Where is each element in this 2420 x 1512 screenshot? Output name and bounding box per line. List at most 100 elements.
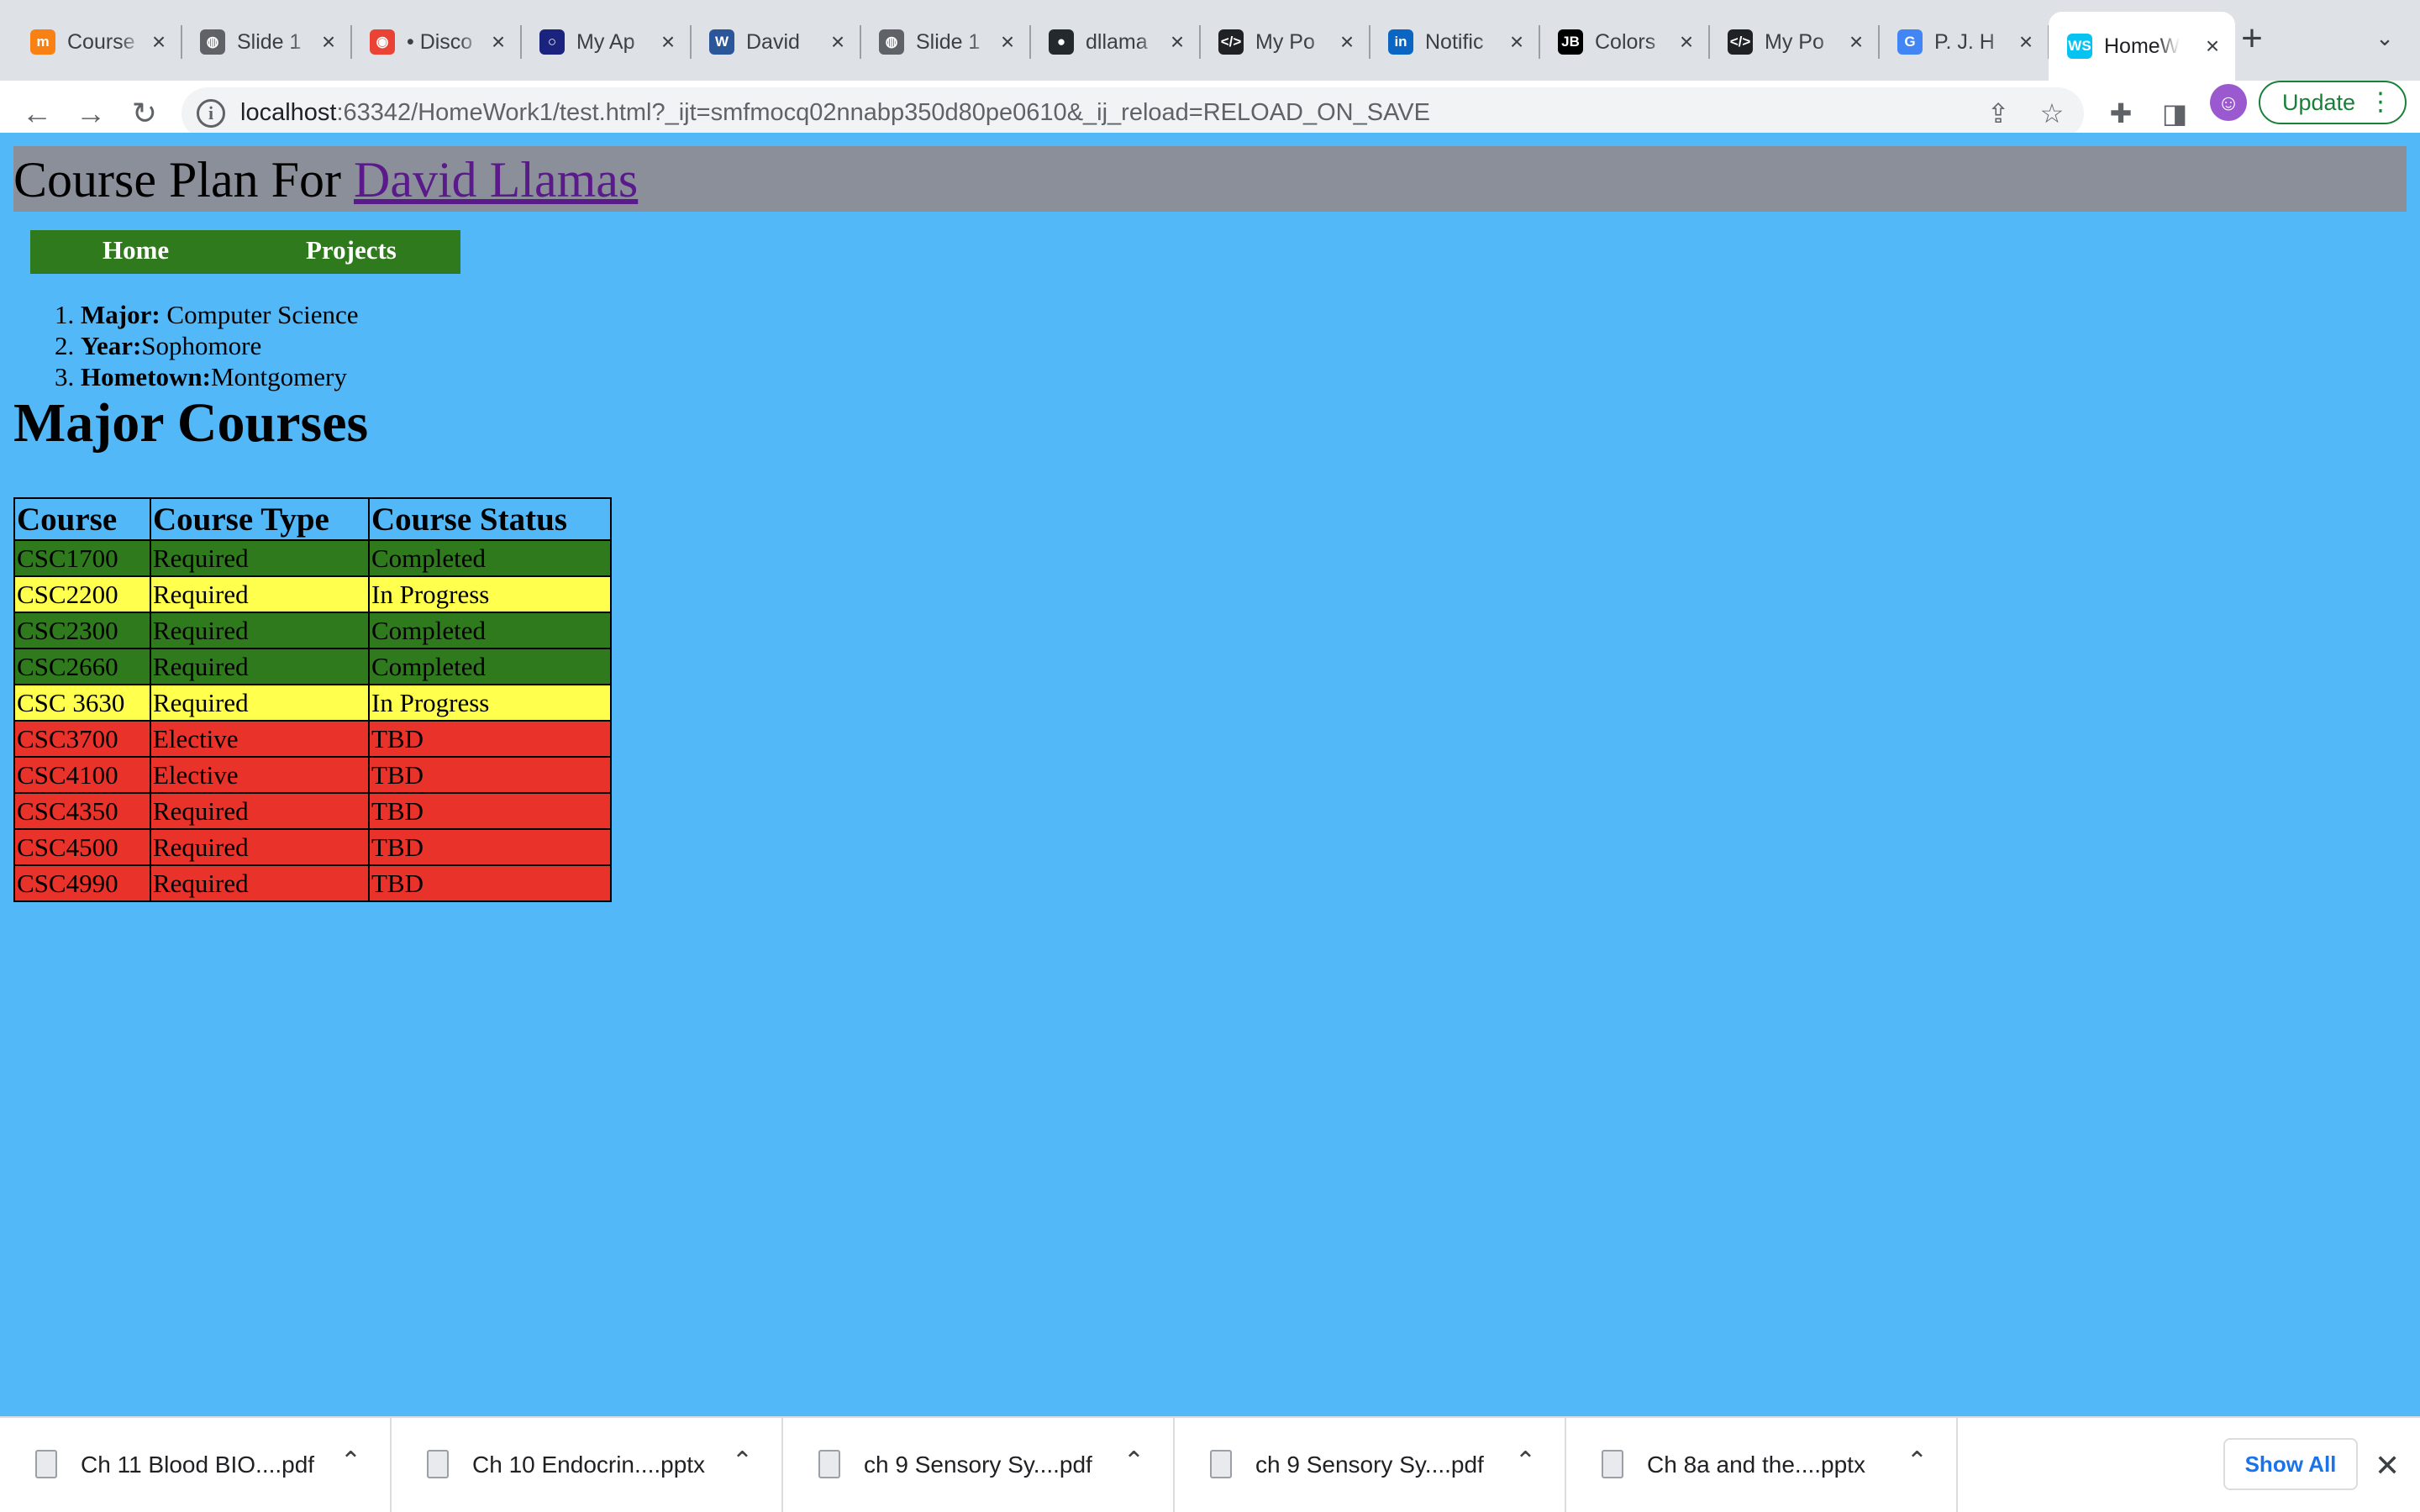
info-hometown: Hometown:Montgomery <box>81 361 359 392</box>
cell-course: CSC2200 <box>13 575 151 613</box>
cell-type: Elective <box>150 756 370 794</box>
browser-tab[interactable]: ◉ • Disco × <box>351 12 522 72</box>
site-info-icon[interactable]: i <box>197 99 225 128</box>
browser-tab[interactable]: G P. J. H × <box>1879 12 2049 72</box>
browser-tab[interactable]: ◍ Slide 1 × <box>860 12 1031 72</box>
tab-title: • Disco <box>407 29 473 54</box>
browser-tab[interactable]: W David × <box>691 12 861 72</box>
cell-status: TBD <box>368 720 612 758</box>
tab-title: Slide 1 <box>237 29 302 54</box>
tab-close-icon[interactable]: × <box>318 30 339 54</box>
file-icon <box>818 1450 840 1478</box>
tab-close-icon[interactable]: × <box>657 30 679 54</box>
cell-type: Elective <box>150 720 370 758</box>
tab-close-icon[interactable]: × <box>1506 30 1528 54</box>
info-value: Sophomore <box>141 331 262 360</box>
cell-course: CSC1700 <box>13 539 151 577</box>
bookmark-star-icon[interactable]: ☆ <box>2035 97 2069 131</box>
tab-title: HomeW <box>2104 34 2180 58</box>
nav-home-link[interactable]: Home <box>103 235 169 265</box>
update-button[interactable]: Update ⋮ <box>2259 81 2407 124</box>
back-arrow-icon[interactable]: ← <box>18 96 55 133</box>
table-header-row: Course Course Type Course Status <box>13 497 612 541</box>
chevron-up-icon[interactable]: ⌃ <box>1515 1446 1536 1476</box>
chevron-up-icon[interactable]: ⌃ <box>732 1446 753 1476</box>
chevron-up-icon[interactable]: ⌃ <box>1907 1446 1928 1476</box>
student-info-list: Major: Computer Science Year:Sophomore H… <box>81 299 359 392</box>
table-row: CSC4350 Required TBD <box>13 792 612 830</box>
browser-tab[interactable]: JB Colors × <box>1539 12 1710 72</box>
column-header-type: Course Type <box>150 497 370 541</box>
tab-title: Notific <box>1425 29 1484 54</box>
info-major: Major: Computer Science <box>81 299 359 330</box>
tab-close-icon[interactable]: × <box>1336 30 1358 54</box>
author-link[interactable]: David Llamas <box>354 152 638 207</box>
cell-status: Completed <box>368 612 612 649</box>
download-filename: Ch 10 Endocrin....pptx <box>472 1452 706 1478</box>
cell-type: Required <box>150 864 370 902</box>
tab-close-icon[interactable]: × <box>997 30 1018 54</box>
table-row: CSC4500 Required TBD <box>13 828 612 866</box>
cell-course: CSC4500 <box>13 828 151 866</box>
app-icon: ○ <box>539 29 565 55</box>
download-shelf: Show All ✕ Ch 11 Blood BIO....pdf ⌃ Ch 10 … <box>0 1416 2420 1512</box>
page-viewport: Course Plan For David Llamas Home Projec… <box>0 133 2420 1416</box>
address-bar[interactable]: i localhost:63342/HomeWork1/test.html?_i… <box>182 87 2084 139</box>
site-nav: Home Projects <box>30 230 460 274</box>
download-item[interactable]: Ch 8a and the....pptx ⌃ <box>1566 1418 1958 1512</box>
cell-status: TBD <box>368 864 612 902</box>
tab-title: My Ap <box>576 29 635 54</box>
download-item[interactable]: ch 9 Sensory Sy....pdf ⌃ <box>783 1418 1175 1512</box>
jetbrains-icon: JB <box>1558 29 1583 55</box>
url-host: localhost <box>240 99 337 126</box>
download-item[interactable]: Ch 11 Blood BIO....pdf ⌃ <box>0 1418 392 1512</box>
file-icon <box>1602 1450 1623 1478</box>
cell-course: CSC3700 <box>13 720 151 758</box>
browser-tab[interactable]: ○ My Ap × <box>521 12 692 72</box>
table-row: CSC4100 Elective TBD <box>13 756 612 794</box>
page-title: Course Plan For David Llamas <box>13 151 638 209</box>
new-tab-button[interactable]: + <box>2233 20 2270 59</box>
tab-title: My Po <box>1255 29 1315 54</box>
reload-icon[interactable]: ↻ <box>126 96 163 133</box>
tab-title: Course <box>67 29 135 54</box>
tab-close-icon[interactable]: × <box>2202 34 2223 58</box>
tab-close-icon[interactable]: × <box>1166 30 1188 54</box>
tab-close-icon[interactable]: × <box>487 30 509 54</box>
cell-status: Completed <box>368 648 612 685</box>
info-label: Hometown: <box>81 362 211 391</box>
extensions-puzzle-icon[interactable]: ✚ <box>2102 96 2139 133</box>
close-shelf-icon[interactable]: ✕ <box>2375 1448 2400 1483</box>
browser-tab[interactable]: </> My Po × <box>1709 12 1880 72</box>
download-item[interactable]: Ch 10 Endocrin....pptx ⌃ <box>392 1418 783 1512</box>
chevron-up-icon[interactable]: ⌃ <box>340 1446 361 1476</box>
browser-tab[interactable]: WS HomeW × <box>2049 12 2235 81</box>
browser-tab[interactable]: in Notific × <box>1370 12 1540 72</box>
forward-arrow-icon[interactable]: → <box>72 96 109 133</box>
tab-title: Slide 1 <box>916 29 981 54</box>
tab-close-icon[interactable]: × <box>1845 30 1867 54</box>
tab-search-chevron-icon[interactable]: ⌄ <box>2370 25 2400 55</box>
share-icon[interactable]: ⇪ <box>1981 97 2015 131</box>
nav-projects-link[interactable]: Projects <box>306 235 397 265</box>
tab-close-icon[interactable]: × <box>2015 30 2037 54</box>
tab-close-icon[interactable]: × <box>148 30 170 54</box>
cell-status: TBD <box>368 828 612 866</box>
cell-course: CSC2660 <box>13 648 151 685</box>
file-icon <box>35 1450 57 1478</box>
profile-avatar[interactable]: ☺ <box>2210 84 2247 121</box>
browser-tab[interactable]: m Course × <box>12 12 182 72</box>
browser-tab[interactable]: ● dllama × <box>1030 12 1201 72</box>
url-text[interactable]: localhost:63342/HomeWork1/test.html?_ijt… <box>240 99 1430 127</box>
show-all-downloads-button[interactable]: Show All <box>2223 1438 2358 1490</box>
side-panel-icon[interactable]: ◨ <box>2156 96 2193 133</box>
tab-close-icon[interactable]: × <box>827 30 849 54</box>
table-row: CSC2200 Required In Progress <box>13 575 612 613</box>
download-item[interactable]: ch 9 Sensory Sy....pdf ⌃ <box>1175 1418 1566 1512</box>
chevron-up-icon[interactable]: ⌃ <box>1123 1446 1144 1476</box>
cell-status: TBD <box>368 756 612 794</box>
tab-close-icon[interactable]: × <box>1676 30 1697 54</box>
browser-tab[interactable]: </> My Po × <box>1200 12 1370 72</box>
browser-tab[interactable]: ◍ Slide 1 × <box>182 12 352 72</box>
download-filename: ch 9 Sensory Sy....pdf <box>1255 1452 1484 1478</box>
